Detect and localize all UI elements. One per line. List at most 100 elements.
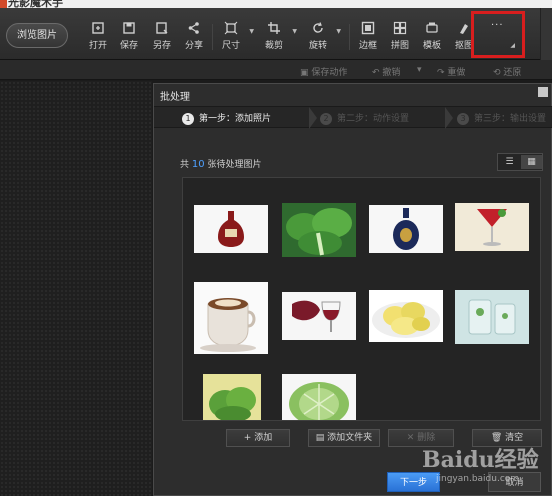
step-3: 3 第三步：输出设置 <box>457 111 546 125</box>
step-arrow-icon <box>309 107 317 129</box>
thumbnail-red-cocktail[interactable] <box>455 203 529 251</box>
add-folder-button[interactable]: ▤ 添加文件夹 <box>308 429 380 447</box>
view-toggle: ☰ ▦ <box>497 153 543 171</box>
watermark-logo: Baidu经验 <box>422 447 539 473</box>
tool-crop[interactable]: 裁剪 ▼ <box>259 14 297 58</box>
delete-icon: ✕ <box>406 433 418 443</box>
thumbnail-water-glass[interactable] <box>455 290 529 344</box>
tool-rotate-label: 旋转 <box>308 41 327 51</box>
close-icon[interactable] <box>538 87 548 97</box>
folder-icon: ▤ <box>315 433 328 443</box>
restore-icon: ⟲ <box>493 68 504 78</box>
dialog-title: 批处理 <box>160 92 190 103</box>
step-2-label: 第二步：动作设置 <box>337 114 410 124</box>
watermark-url: jingyan.baidu.com <box>436 474 520 484</box>
more-tools-button[interactable]: ··· ◢ <box>471 11 525 58</box>
main-toolbar: 浏览图片 打开 保存 另存 分享 尺寸 ▼ 裁剪 ▼ 旋转 ▼ 边框 拼图 模板… <box>0 8 552 60</box>
undo-dropdown-icon[interactable]: ▾ <box>417 65 422 75</box>
toolbar-separator <box>212 24 213 50</box>
thumbnail-apples[interactable] <box>369 290 443 342</box>
restore-button[interactable]: ⟲ 还原 <box>493 65 521 78</box>
save-as-icon <box>155 21 169 35</box>
thumbnail-cognac[interactable] <box>194 205 268 253</box>
redo-label: 重做 <box>447 68 466 78</box>
app-logo-icon <box>0 0 7 8</box>
tool-template-label: 模板 <box>422 41 441 51</box>
tool-template[interactable]: 模板 <box>417 14 447 58</box>
resize-icon <box>224 21 238 35</box>
baidu-watermark: Baidu经验 jingyan.baidu.com <box>422 442 539 492</box>
restore-label: 还原 <box>503 68 522 78</box>
share-icon <box>187 21 201 35</box>
thumbnail-wine-glass[interactable] <box>282 292 356 340</box>
save-action-label: 保存动作 <box>311 68 348 78</box>
add-button[interactable]: + 添加 <box>226 429 290 447</box>
save-action-button[interactable]: ▣ 保存动作 <box>300 65 347 78</box>
tool-resize-label: 尺寸 <box>221 41 240 51</box>
crop-icon <box>267 21 281 35</box>
tool-rotate[interactable]: 旋转 ▼ <box>303 14 341 58</box>
tool-crop-label: 裁剪 <box>264 41 283 51</box>
undo-icon: ↶ <box>372 68 383 78</box>
count-number: 10 <box>191 159 205 170</box>
step-1: 1 第一步：添加照片 <box>182 111 271 125</box>
tool-collage-label: 拼图 <box>390 41 409 51</box>
save-action-icon: ▣ <box>300 68 312 78</box>
list-view-icon[interactable]: ☰ <box>499 155 520 169</box>
tool-save-as[interactable]: 另存 <box>147 14 177 58</box>
app-title: 光影魔术手 <box>8 0 63 8</box>
count-suffix: 张待处理图片 <box>207 160 262 170</box>
thumbnail-bok-choy[interactable] <box>282 203 356 257</box>
action-bar: ▣ 保存动作 ↶ 撤销 ▾ ↷ 重做 ⟲ 还原 <box>0 60 552 80</box>
open-icon <box>91 21 105 35</box>
grid-view-icon[interactable]: ▦ <box>521 155 542 169</box>
batch-process-dialog: 批处理 1 第一步：添加照片 2 第二步：动作设置 3 第三步：输出设置 共 10 张… <box>153 83 552 496</box>
redo-icon: ↷ <box>437 68 448 78</box>
add-label: 添加 <box>254 433 273 443</box>
resize-dropdown-icon[interactable]: ▼ <box>249 28 254 35</box>
count-prefix: 共 <box>180 160 190 170</box>
undo-label: 撤销 <box>382 68 401 78</box>
add-folder-label: 添加文件夹 <box>327 433 373 443</box>
thumbnail-coffee[interactable] <box>194 282 268 354</box>
step-indicator: 1 第一步：添加照片 2 第二步：动作设置 3 第三步：输出设置 <box>154 106 552 129</box>
border-icon <box>361 21 375 35</box>
thumbnail-blue-bottle[interactable] <box>369 205 443 253</box>
rotate-icon <box>311 21 325 35</box>
tool-save[interactable]: 保存 <box>114 14 144 58</box>
thumbnail-cabbage[interactable] <box>282 374 356 420</box>
add-icon: + <box>243 433 255 443</box>
step-arrow-icon <box>445 107 453 129</box>
tool-border[interactable]: 边框 <box>353 14 383 58</box>
tool-open-label: 打开 <box>88 41 107 51</box>
step-1-label: 第一步：添加照片 <box>199 114 272 124</box>
tool-open[interactable]: 打开 <box>83 14 113 58</box>
rotate-dropdown-icon[interactable]: ▼ <box>336 28 341 35</box>
toolbar-separator <box>349 24 350 50</box>
toolbar-right-panel <box>540 8 552 60</box>
thumbnail-gallery <box>182 177 541 421</box>
undo-button[interactable]: ↶ 撤销 <box>372 65 400 78</box>
tool-resize[interactable]: 尺寸 ▼ <box>216 14 254 58</box>
cutout-icon <box>457 21 471 35</box>
tool-share-label: 分享 <box>184 41 203 51</box>
image-count: 共 10 张待处理图片 <box>180 157 262 170</box>
tool-share[interactable]: 分享 <box>179 14 209 58</box>
step-2: 2 第二步：动作设置 <box>320 111 409 125</box>
thumbnail-herbs[interactable] <box>203 374 261 420</box>
tool-collage[interactable]: 拼图 <box>385 14 415 58</box>
save-icon <box>122 21 136 35</box>
left-panel <box>0 81 152 496</box>
step-3-label: 第三步：输出设置 <box>474 114 547 124</box>
browse-images-button[interactable]: 浏览图片 <box>6 23 68 48</box>
tool-border-label: 边框 <box>358 41 377 51</box>
step-3-number: 3 <box>457 112 469 125</box>
template-icon <box>425 21 439 35</box>
tool-save-as-label: 另存 <box>152 41 171 51</box>
redo-button[interactable]: ↷ 重做 <box>437 65 465 78</box>
step-1-number: 1 <box>182 112 194 125</box>
title-bar: 光影魔术手 <box>0 0 552 8</box>
more-corner-icon: ◢ <box>510 42 515 49</box>
crop-dropdown-icon[interactable]: ▼ <box>292 28 297 35</box>
collage-icon <box>393 21 407 35</box>
